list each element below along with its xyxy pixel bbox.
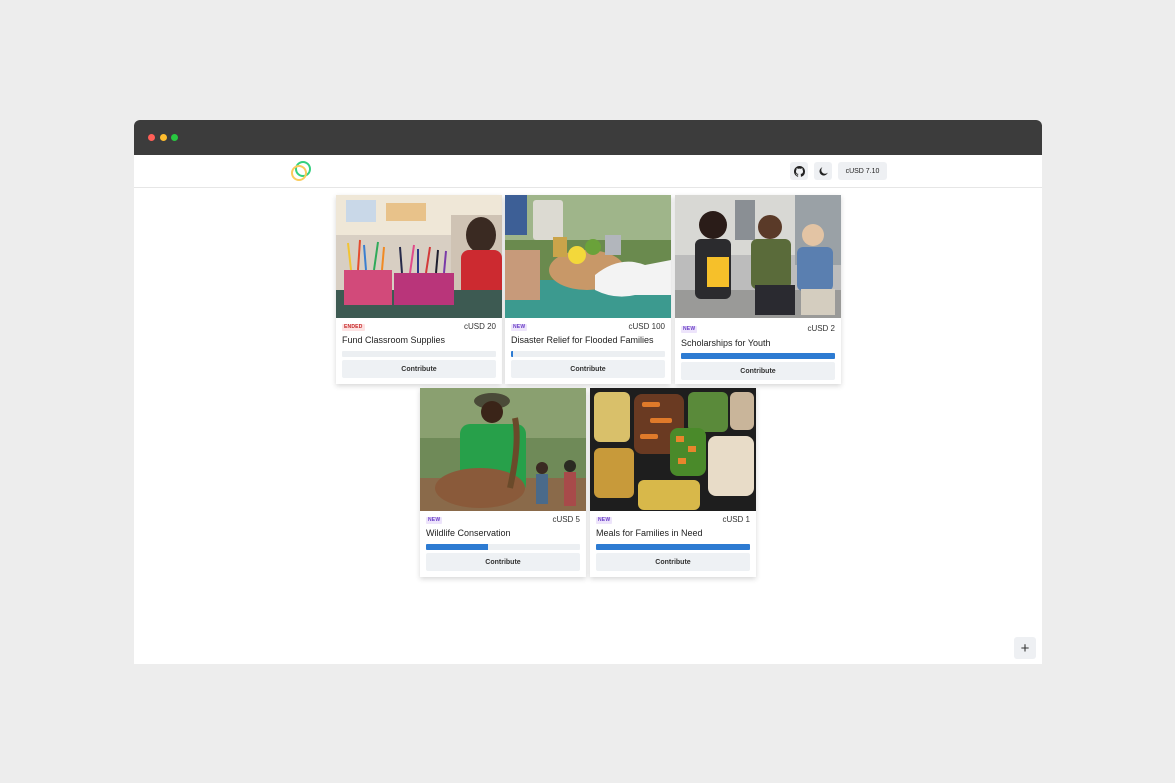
campaign-title: Meals for Families in Need xyxy=(596,528,703,538)
goal-amount: cUSD 20 xyxy=(463,322,496,331)
top-navbar: cUSD 7.10 xyxy=(134,155,1042,188)
progress-fill xyxy=(681,353,835,359)
progress-bar xyxy=(426,544,580,550)
maximize-window-button[interactable] xyxy=(171,134,178,141)
goal-amount: cUSD 100 xyxy=(628,322,665,331)
progress-fill xyxy=(426,544,488,550)
github-button[interactable] xyxy=(790,162,808,180)
wildlife-ranger-photo xyxy=(420,388,586,511)
goal-amount: cUSD 5 xyxy=(552,515,580,524)
progress-bar xyxy=(342,351,496,357)
status-badge: NEW xyxy=(681,326,698,333)
meal-containers-photo xyxy=(590,388,756,511)
status-badge: NEW xyxy=(511,324,528,331)
goal-amount: cUSD 1 xyxy=(722,515,750,524)
campaign-card: ENDED cUSD 20 Fund Classroom Supplies Co… xyxy=(336,195,502,384)
moon-icon xyxy=(819,166,828,175)
campaign-card: NEW cUSD 100 Disaster Relief for Flooded… xyxy=(505,195,671,384)
food-donation-photo xyxy=(505,195,671,318)
goal-amount: cUSD 2 xyxy=(807,324,835,333)
browser-window: cUSD 7.10 ENDED cUSD 20 Fund Classroom S… xyxy=(134,120,1042,664)
close-window-button[interactable] xyxy=(148,134,155,141)
theme-toggle-button[interactable] xyxy=(814,162,832,180)
github-icon xyxy=(793,165,805,177)
progress-bar xyxy=(511,351,665,357)
minimize-window-button[interactable] xyxy=(160,134,167,141)
progress-bar xyxy=(596,544,750,550)
plus-icon: + xyxy=(1020,639,1030,657)
campaign-title: Wildlife Conservation xyxy=(426,528,511,538)
campaign-title: Fund Classroom Supplies xyxy=(342,335,446,345)
students-photo xyxy=(675,195,841,318)
status-badge: ENDED xyxy=(342,324,365,331)
contribute-button[interactable]: Contribute xyxy=(426,553,580,571)
contribute-button[interactable]: Contribute xyxy=(596,553,750,571)
classroom-supplies-photo xyxy=(336,195,502,318)
contribute-button[interactable]: Contribute xyxy=(681,362,835,380)
contribute-button[interactable]: Contribute xyxy=(511,360,665,378)
campaign-title: Scholarships for Youth xyxy=(681,338,771,348)
status-badge: NEW xyxy=(426,517,443,524)
status-badge: NEW xyxy=(596,517,613,524)
progress-fill xyxy=(511,351,513,357)
wallet-balance-button[interactable]: cUSD 7.10 xyxy=(838,162,887,180)
progress-bar xyxy=(681,353,835,359)
window-titlebar xyxy=(134,120,1042,155)
campaign-card: NEW cUSD 5 Wildlife Conservation Contrib… xyxy=(420,388,586,577)
add-campaign-button[interactable]: + xyxy=(1014,637,1036,659)
progress-fill xyxy=(596,544,750,550)
campaign-card: NEW cUSD 1 Meals for Families in Need Co… xyxy=(590,388,756,577)
contribute-button[interactable]: Contribute xyxy=(342,360,496,378)
campaign-title: Disaster Relief for Flooded Families xyxy=(511,335,654,345)
campaign-card: NEW cUSD 2 Scholarships for Youth Contri… xyxy=(675,195,841,384)
app-logo[interactable] xyxy=(290,160,312,182)
